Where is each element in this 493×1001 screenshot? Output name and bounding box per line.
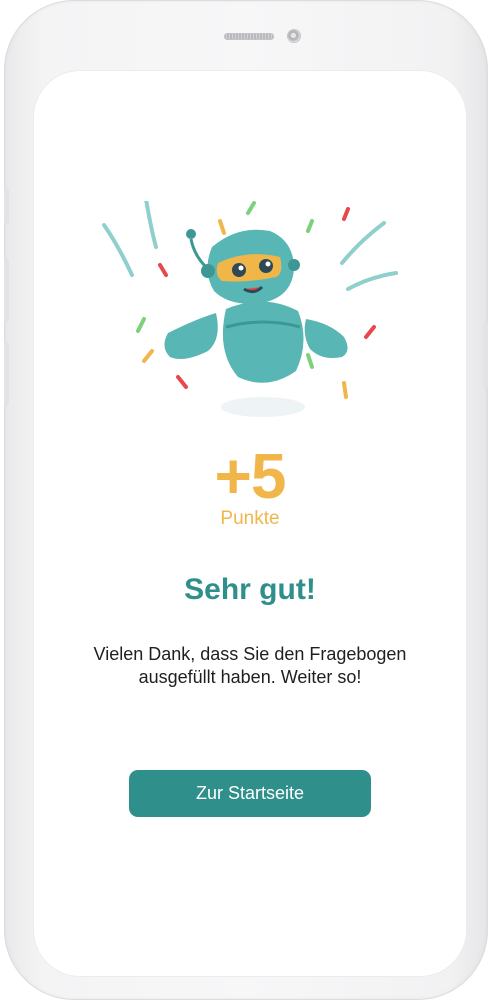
antenna xyxy=(186,229,208,269)
home-button[interactable]: Zur Startseite xyxy=(129,770,371,817)
ground-shadow xyxy=(221,397,305,417)
power-button xyxy=(483,322,488,388)
result-message: Vielen Dank, dass Sie den Fragebogen aus… xyxy=(93,644,407,687)
points-label: Punkte xyxy=(220,508,280,529)
volume-down-button xyxy=(4,342,9,406)
earpiece-speaker xyxy=(224,33,274,40)
left-ear xyxy=(201,264,215,278)
mute-switch xyxy=(4,188,9,224)
result-title: Sehr gut! xyxy=(184,573,316,606)
right-arm xyxy=(304,319,348,358)
points-value: +5 xyxy=(214,440,287,512)
left-arm xyxy=(164,313,218,359)
front-camera xyxy=(288,30,300,42)
right-ear xyxy=(288,259,300,271)
celebrating-robot-illustration xyxy=(102,201,398,417)
robot-body xyxy=(222,301,304,383)
volume-up-button xyxy=(4,258,9,322)
phone-frame: +5 Punkte Sehr gut! Vielen Dank, dass Si… xyxy=(4,0,488,1000)
app-screen: +5 Punkte Sehr gut! Vielen Dank, dass Si… xyxy=(34,71,466,976)
